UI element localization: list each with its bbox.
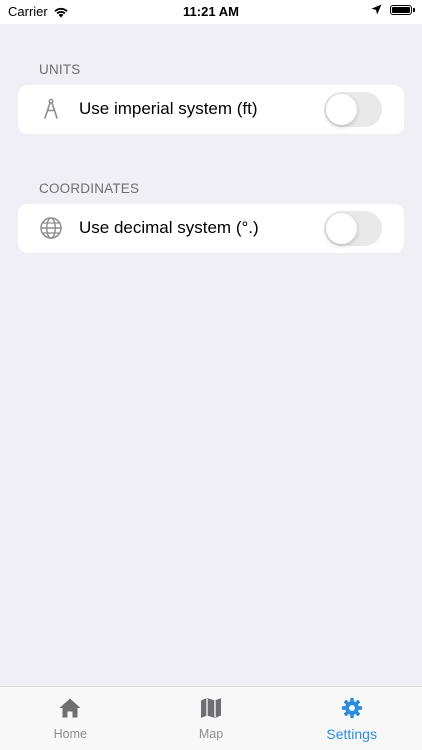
tab-home-label: Home (53, 727, 87, 741)
status-bar: Carrier 11:21 AM (0, 0, 422, 24)
compass-drawing-icon (44, 98, 58, 119)
tab-settings-label: Settings (326, 726, 377, 742)
map-icon (201, 698, 221, 718)
home-icon (59, 698, 81, 718)
location-arrow-icon (371, 4, 382, 15)
imperial-system-label: Use imperial system (ft) (79, 99, 258, 118)
section-header-coordinates: COORDINATES (39, 181, 140, 196)
toggle-knob (326, 213, 357, 244)
battery-icon (390, 4, 415, 15)
toggle-knob (326, 94, 357, 125)
tab-bar: Home Map Settings (0, 686, 422, 750)
gear-icon (341, 697, 362, 719)
tab-home[interactable]: Home (0, 687, 141, 750)
battery-fill (392, 6, 410, 13)
tab-settings[interactable]: Settings (281, 687, 422, 750)
tab-map-label: Map (198, 727, 224, 741)
status-time: 11:21 AM (183, 4, 239, 19)
decimal-system-toggle[interactable] (324, 211, 382, 246)
decimal-system-label: Use decimal system (°.) (79, 218, 259, 237)
imperial-system-toggle[interactable] (324, 92, 382, 127)
globe-icon (40, 217, 62, 239)
tab-map[interactable]: Map (141, 687, 282, 750)
section-header-units: UNITS (39, 62, 81, 77)
coordinates-row: Use decimal system (°.) (18, 204, 404, 253)
units-row: Use imperial system (ft) (18, 85, 404, 134)
status-indicators (371, 4, 415, 15)
